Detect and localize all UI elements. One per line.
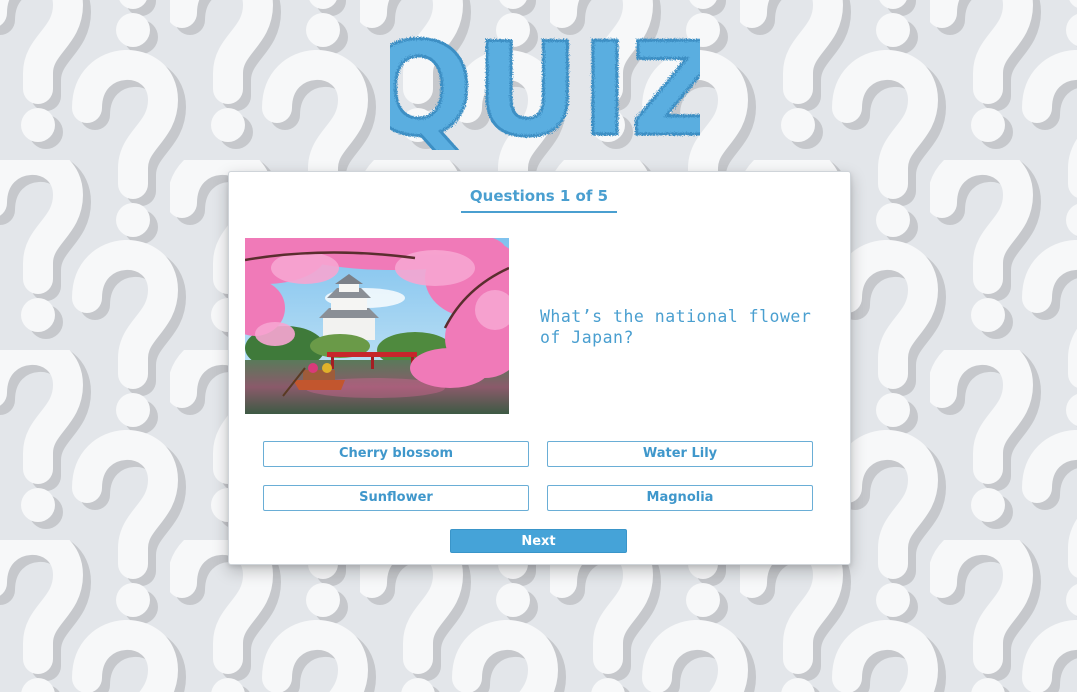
- answer-cherry-blossom-button[interactable]: Cherry blossom: [263, 441, 529, 467]
- answer-sunflower-button[interactable]: Sunflower: [263, 485, 529, 511]
- question-counter: Questions 1 of 5: [461, 185, 617, 213]
- answer-magnolia-button[interactable]: Magnolia: [547, 485, 813, 511]
- quiz-card: Questions 1 of 5 What’s the national flo…: [228, 171, 851, 565]
- answer-water-lily-button[interactable]: Water Lily: [547, 441, 813, 467]
- japan-cherry-blossom-photo: [245, 238, 509, 414]
- quiz-logo-text: QUIZ: [390, 16, 700, 150]
- quiz-logo: QUIZ: [363, 10, 725, 167]
- next-button[interactable]: Next: [450, 529, 627, 553]
- question-text: What’s the national flower of Japan?: [540, 307, 812, 347]
